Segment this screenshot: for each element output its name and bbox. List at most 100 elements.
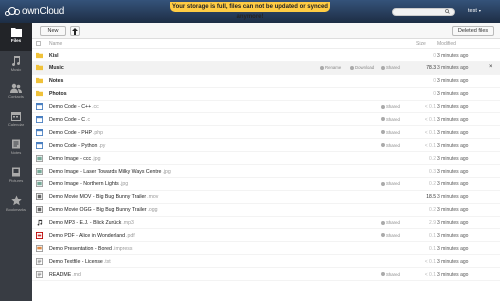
file-name[interactable]: Demo Presentation - Bored.impress [49,246,132,252]
column-size-header[interactable]: Size [416,41,426,47]
search-input[interactable] [392,8,455,16]
share-action[interactable]: Shared [381,117,400,122]
file-extension: .c [86,116,91,123]
file-row[interactable]: Demo Image - Laser Towards Milky Ways Ce… [32,165,500,178]
file-size: 0.1 [429,232,436,239]
file-row[interactable]: Demo Movie MOV - Big Bug Bunny Trailer.m… [32,191,500,204]
new-button[interactable]: New [40,26,66,36]
shared-label: Shared [386,129,400,135]
file-size: < 0.1 [424,271,436,278]
file-row[interactable]: Demo Movie OGG - Big Bug Bunny Trailer.o… [32,204,500,217]
code-icon [36,115,43,123]
file-size: < 0.1 [424,142,436,149]
file-name[interactable]: Demo Code - PHP.php [49,130,103,136]
file-name[interactable]: Demo Movie MOV - Big Bug Bunny Trailer.m… [49,194,158,200]
file-basename: README [49,271,72,278]
file-name[interactable]: Demo Textfile - License.txt [49,259,111,265]
file-basename: Demo Presentation - Bored [49,245,112,252]
column-name-header[interactable]: Name [49,41,62,47]
share-action[interactable]: Shared [381,272,400,277]
select-all-checkbox[interactable] [36,41,41,46]
file-modified: 3 minutes ago [437,155,469,162]
download-action[interactable]: Download [350,65,374,70]
nav-item-notes[interactable]: Notes [0,135,32,163]
file-row[interactable]: Notes 0 3 minutes ago [32,75,500,88]
file-name[interactable]: Demo MP3 - E.J. - Blick Zurück.mp3 [49,220,134,226]
file-modified: 3 minutes ago [437,52,469,59]
nav-item-files[interactable]: Files [0,23,32,51]
file-row[interactable]: Demo Code - Python.py Shared < 0.1 3 minute… [32,139,500,153]
nav-item-pictures[interactable]: Pictures [0,163,32,191]
file-basename: Demo Movie OGG - Big Bug Bunny Trailer [49,207,147,214]
file-name[interactable]: Demo Code - C++.cc [49,104,99,110]
share-icon [381,233,385,238]
file-row[interactable]: Photos 0 3 minutes ago [32,88,500,101]
file-modified: 3 minutes ago [437,271,469,278]
file-name[interactable]: Notes [49,78,64,84]
file-name[interactable]: Demo Image - Northern Lights.jpg [49,181,128,187]
rename-action[interactable]: Rename [320,65,341,70]
file-extension: .php [92,129,104,136]
file-row[interactable]: Demo Image - ccc.jpg 0.2 3 minutes ago [32,152,500,166]
file-list: Name Size Modified Kisl 0 3 minutes ago Mus… [32,39,500,282]
file-name[interactable]: Demo PDF - Alice in Wonderland.pdf [49,233,135,239]
file-size: < 0.1 [424,258,436,265]
file-row[interactable]: Music Rename Download × Shared 78.3 3 minutes … [32,61,500,75]
share-action[interactable]: Shared [381,104,400,109]
delete-button[interactable]: × [489,64,493,70]
file-extension: .jpg [119,181,129,188]
pictures-icon [12,167,20,177]
file-row[interactable]: Demo Textfile - License.txt < 0.1 3 minute… [32,255,500,269]
upload-arrow-icon [72,28,78,35]
file-row[interactable]: README.md Shared < 0.1 3 minutes ago [32,268,500,282]
file-basename: Demo Image - ccc [49,155,92,162]
share-icon [381,65,385,70]
share-icon [381,104,385,109]
nav-item-contacts[interactable]: Contacts [0,79,32,107]
file-row[interactable]: Kisl 0 3 minutes ago [32,49,500,62]
bookmarks-icon [10,195,22,206]
file-row[interactable]: Demo Code - C++.cc Shared < 0.1 3 minutes a… [32,101,500,114]
file-name[interactable]: Kisl [49,53,60,59]
share-action[interactable]: Shared [381,181,400,186]
share-action[interactable]: Shared [381,220,400,225]
file-row[interactable]: Demo Code - PHP.php Shared < 0.1 3 minutes … [32,126,500,140]
owncloud-logo[interactable]: ownCloud [5,5,64,18]
file-name[interactable]: README.md [49,272,81,278]
file-row[interactable]: Demo PDF - Alice in Wonderland.pdf Shared… [32,229,500,243]
file-name[interactable]: Demo Image - Laser Towards Milky Ways Ce… [49,169,171,175]
chevron-down-icon: ▾ [478,8,481,13]
file-name[interactable]: Demo Movie OGG - Big Bug Bunny Trailer.o… [49,207,158,213]
file-row[interactable]: Demo MP3 - E.J. - Blick Zurück.mp3 Shared… [32,217,500,230]
file-modified: 3 minutes ago [437,220,469,227]
file-size: < 0.1 [424,116,436,123]
file-name[interactable]: Demo Image - ccc.jpg [49,156,100,162]
share-action[interactable]: Shared [381,65,400,70]
nav-item-calendar[interactable]: Calendar [0,107,32,135]
file-name[interactable]: Music [49,65,65,71]
file-name[interactable]: Demo Code - C.c [49,117,90,123]
text-icon [36,270,43,278]
file-modified: 3 minutes ago [437,168,469,175]
file-name[interactable]: Photos [49,91,68,97]
search-icon [445,9,450,14]
share-action[interactable]: Shared [381,143,400,148]
image-icon [36,180,43,188]
file-row[interactable]: Demo Presentation - Bored.impress 0.1 3 mi… [32,242,500,256]
share-action[interactable]: Shared [381,233,400,238]
upload-button[interactable] [70,26,80,36]
file-row[interactable]: Demo Image - Northern Lights.jpg Shared 0.… [32,178,500,191]
deleted-files-button[interactable]: Deleted files [452,26,494,36]
share-action[interactable]: Shared [381,130,400,135]
file-name[interactable]: Demo Code - Python.py [49,143,105,149]
shared-label: Shared [386,181,400,187]
share-icon [381,220,385,225]
column-modified-header[interactable]: Modified [437,41,456,47]
nav-item-bookmarks[interactable]: Bookmarks [0,191,32,219]
nav-item-music[interactable]: Music [0,51,32,79]
file-row[interactable]: Demo Code - C.c Shared < 0.1 3 minutes ago [32,113,500,127]
brand-name: ownCloud [22,6,65,17]
user-menu[interactable]: test ▾ [468,8,481,14]
file-size: 0.1 [429,245,436,252]
file-basename: Demo Image - Laser Towards Milky Ways Ce… [49,168,162,175]
